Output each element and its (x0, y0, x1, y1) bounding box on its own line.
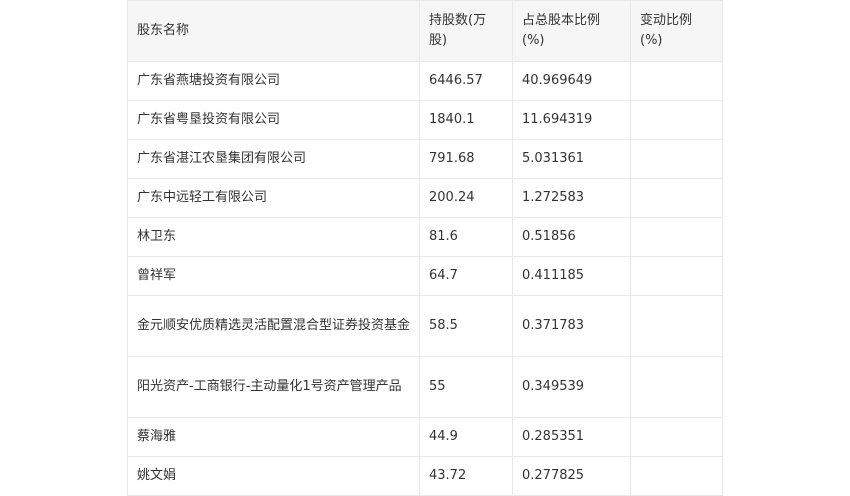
change-cell (630, 139, 723, 179)
shares-cell: 43.72 (419, 456, 513, 496)
table-header-row: 股东名称 持股数(万股) 占总股本比例(%) 变动比例(%) (127, 0, 723, 62)
header-ratio: 占总股本比例(%) (512, 0, 631, 62)
change-cell (630, 100, 723, 140)
change-cell (630, 178, 723, 218)
shares-cell: 791.68 (419, 139, 513, 179)
holder-name-cell: 姚文娟 (127, 456, 420, 496)
holder-name-cell: 广东省燕塘投资有限公司 (127, 61, 420, 101)
holder-name-cell: 曾祥军 (127, 256, 420, 296)
table-row: 曾祥军 64.7 0.411185 (127, 256, 723, 296)
ratio-cell: 0.349539 (512, 356, 631, 418)
ratio-cell: 40.969649 (512, 61, 631, 101)
shares-cell: 81.6 (419, 217, 513, 257)
shareholder-table: 股东名称 持股数(万股) 占总股本比例(%) 变动比例(%) 广东省燕塘投资有限… (127, 0, 723, 496)
holder-name-cell: 金元顺安优质精选灵活配置混合型证券投资基金 (127, 295, 420, 357)
shares-cell: 55 (419, 356, 513, 418)
ratio-cell: 0.51856 (512, 217, 631, 257)
shares-cell: 44.9 (419, 417, 513, 457)
change-cell (630, 61, 723, 101)
table-row: 广东省燕塘投资有限公司 6446.57 40.969649 (127, 61, 723, 101)
ratio-cell: 0.411185 (512, 256, 631, 296)
table-row: 金元顺安优质精选灵活配置混合型证券投资基金 58.5 0.371783 (127, 295, 723, 357)
shares-cell: 6446.57 (419, 61, 513, 101)
change-cell (630, 456, 723, 496)
holder-name-cell: 广东省湛江农垦集团有限公司 (127, 139, 420, 179)
change-cell (630, 356, 723, 418)
ratio-cell: 0.285351 (512, 417, 631, 457)
header-holder-name: 股东名称 (127, 0, 420, 62)
table-row: 姚文娟 43.72 0.277825 (127, 456, 723, 496)
change-cell (630, 256, 723, 296)
ratio-cell: 0.371783 (512, 295, 631, 357)
table-row: 林卫东 81.6 0.51856 (127, 217, 723, 257)
table-row: 广东省湛江农垦集团有限公司 791.68 5.031361 (127, 139, 723, 179)
change-cell (630, 295, 723, 357)
table-row: 广东省粤垦投资有限公司 1840.1 11.694319 (127, 100, 723, 140)
shares-cell: 64.7 (419, 256, 513, 296)
ratio-cell: 11.694319 (512, 100, 631, 140)
shares-cell: 58.5 (419, 295, 513, 357)
ratio-cell: 5.031361 (512, 139, 631, 179)
table-row: 阳光资产-工商银行-主动量化1号资产管理产品 55 0.349539 (127, 356, 723, 418)
change-cell (630, 217, 723, 257)
ratio-cell: 1.272583 (512, 178, 631, 218)
table-row: 蔡海雅 44.9 0.285351 (127, 417, 723, 457)
holder-name-cell: 广东省粤垦投资有限公司 (127, 100, 420, 140)
holder-name-cell: 广东中远轻工有限公司 (127, 178, 420, 218)
shares-cell: 1840.1 (419, 100, 513, 140)
table-row: 广东中远轻工有限公司 200.24 1.272583 (127, 178, 723, 218)
holder-name-cell: 林卫东 (127, 217, 420, 257)
ratio-cell: 0.277825 (512, 456, 631, 496)
header-shares: 持股数(万股) (419, 0, 513, 62)
holder-name-cell: 阳光资产-工商银行-主动量化1号资产管理产品 (127, 356, 420, 418)
header-change: 变动比例(%) (630, 0, 723, 62)
change-cell (630, 417, 723, 457)
holder-name-cell: 蔡海雅 (127, 417, 420, 457)
shares-cell: 200.24 (419, 178, 513, 218)
